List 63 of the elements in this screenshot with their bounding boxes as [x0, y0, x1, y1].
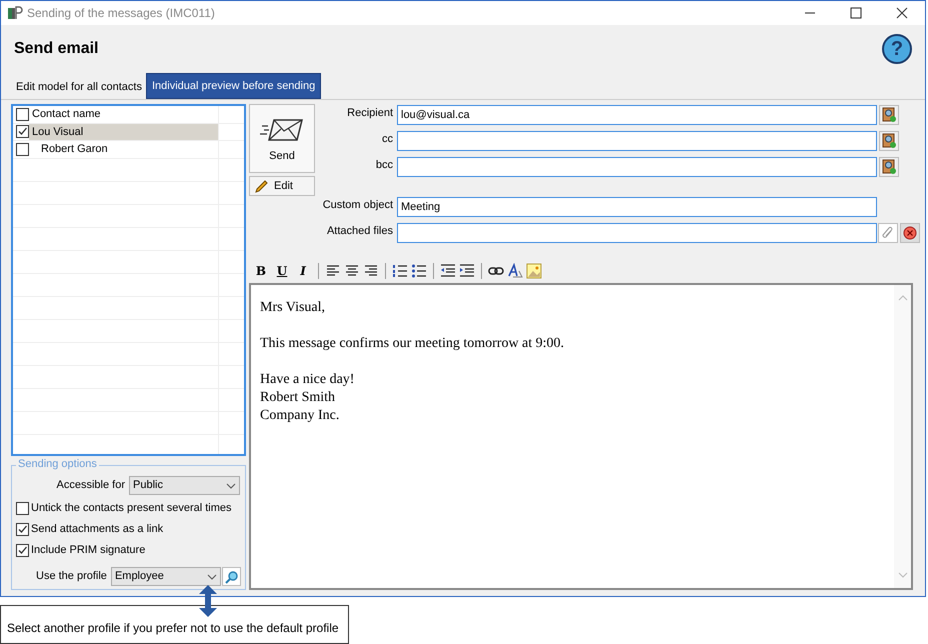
- message-line: This message confirms our meeting tomorrow at 9:00.: [260, 335, 564, 353]
- checkbox[interactable]: [16, 108, 29, 121]
- contact-row[interactable]: Lou Visual: [29, 124, 218, 140]
- message-line: Company Inc.: [260, 407, 340, 425]
- checkbox-label: Include PRIM signature: [31, 542, 146, 558]
- field-label: cc: [381, 132, 394, 147]
- pencil-icon: [255, 179, 269, 193]
- address-book-button[interactable]: [879, 105, 899, 125]
- checkbox[interactable]: [16, 502, 29, 514]
- checkbox[interactable]: [16, 142, 29, 156]
- help-button[interactable]: ?: [882, 34, 912, 64]
- italic-button[interactable]: I: [294, 262, 312, 280]
- edit-button[interactable]: Edit: [249, 176, 315, 196]
- app-logo-icon: [7, 5, 23, 21]
- contact-row[interactable]: Robert Garon: [29, 141, 218, 158]
- field-label: bcc: [374, 158, 394, 173]
- profile-dropdown[interactable]: Employee: [110, 567, 222, 586]
- field-label: Custom object: [322, 198, 394, 213]
- align-right-icon[interactable]: [363, 264, 379, 278]
- input-field[interactable]: [397, 131, 877, 151]
- callout-box: Select another profile if you prefer not to use the default profile: [0, 605, 349, 644]
- field-label: Attached files: [326, 224, 394, 239]
- message-line: Robert Smith: [260, 389, 336, 407]
- input-field[interactable]: lou@visual.ca: [397, 105, 877, 125]
- window-title: Sending of the messages (IMC011): [27, 5, 215, 22]
- double-arrow-icon: [198, 585, 218, 617]
- remove-button[interactable]: [900, 223, 920, 243]
- underline-button[interactable]: U: [273, 262, 291, 280]
- group-title: Sending options: [16, 459, 99, 470]
- search-button[interactable]: [222, 567, 241, 586]
- message-line: Mrs Visual,: [260, 299, 326, 317]
- bullet-list-icon[interactable]: [411, 264, 427, 278]
- checkbox[interactable]: [16, 522, 29, 536]
- input-field[interactable]: [397, 157, 877, 177]
- chevron-down-icon: [226, 482, 236, 488]
- align-center-icon[interactable]: [344, 264, 360, 278]
- send-button[interactable]: Send: [249, 104, 315, 173]
- tab[interactable]: Edit model for all contacts: [12, 75, 146, 99]
- align-left-icon[interactable]: [325, 264, 341, 278]
- message-editor[interactable]: Mrs Visual, This message confirms our meeting tomorrow at 9:00. Have a nice day! Robert Smith Company Inc.: [249, 283, 913, 590]
- bold-button[interactable]: B: [252, 262, 270, 280]
- checkbox-label: Untick the contacts present several times: [31, 500, 232, 516]
- accessible-for-dropdown[interactable]: Public: [129, 476, 240, 495]
- message-line: Have a nice day!: [260, 371, 354, 389]
- outdent-icon[interactable]: [440, 264, 456, 278]
- input-field[interactable]: [397, 223, 877, 243]
- checkbox-label: Send attachments as a link: [31, 522, 164, 537]
- page-heading: Send email: [14, 39, 98, 59]
- tab[interactable]: Individual preview before sending: [146, 73, 322, 99]
- paperclip-icon: [882, 226, 894, 240]
- numbered-list-icon[interactable]: [392, 264, 408, 278]
- field-label: Accessible for: [56, 478, 125, 494]
- checkbox[interactable]: [16, 125, 29, 138]
- chevron-down-icon: [207, 574, 218, 580]
- address-book-button[interactable]: [879, 131, 899, 151]
- column-header: Contact name: [32, 107, 100, 122]
- font-style-icon[interactable]: [507, 263, 523, 279]
- checkbox[interactable]: [16, 544, 29, 556]
- field-label: Recipient: [346, 106, 394, 121]
- input-field[interactable]: Meeting: [397, 197, 877, 217]
- indent-icon[interactable]: [459, 264, 475, 278]
- address-book-button[interactable]: [879, 157, 899, 177]
- field-label: Use the profile: [36, 569, 107, 584]
